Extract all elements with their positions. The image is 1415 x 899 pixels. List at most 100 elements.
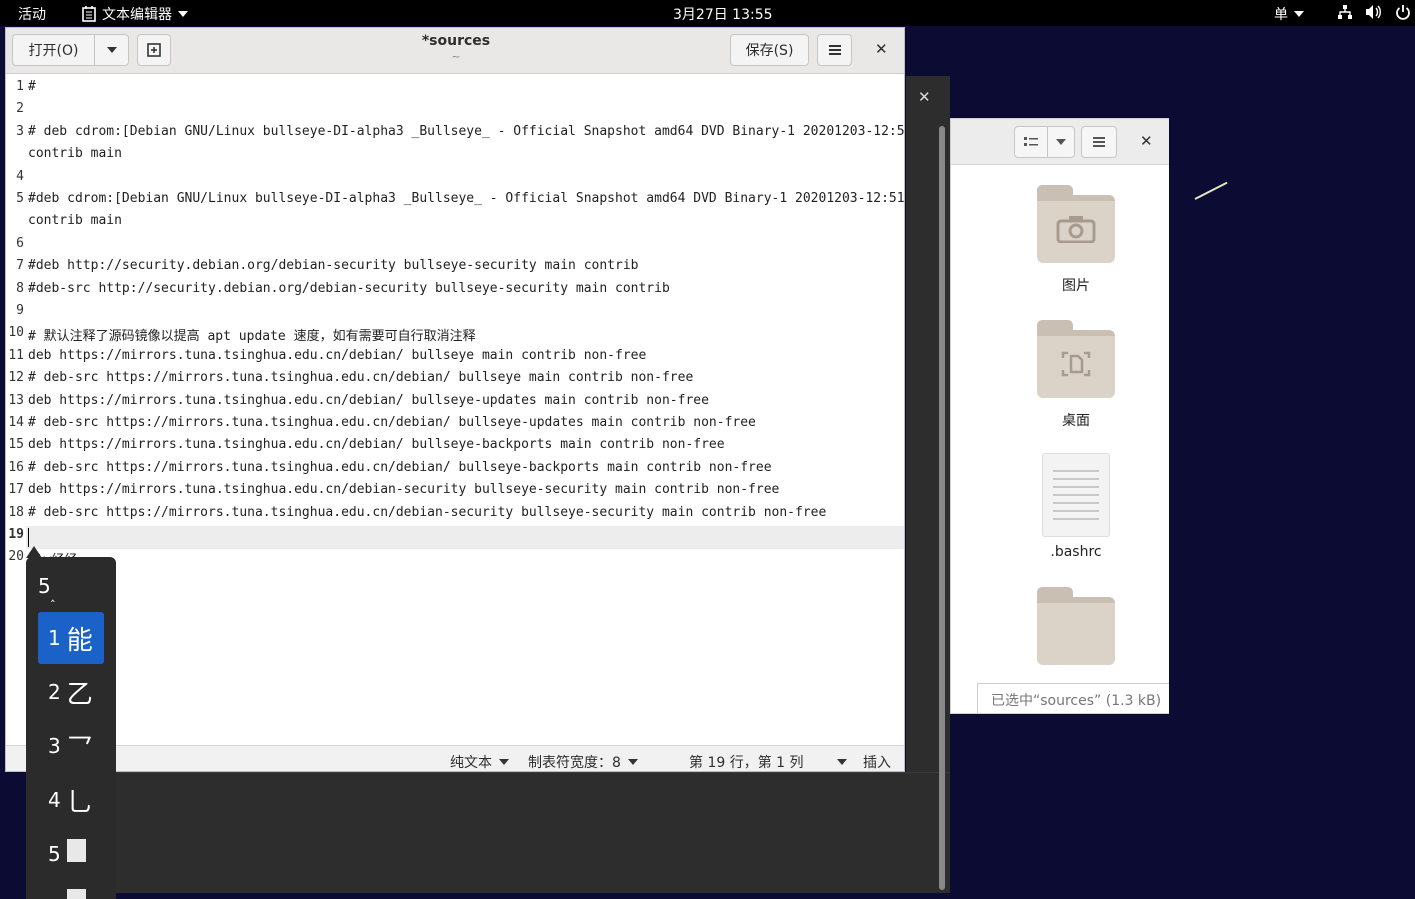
ime-candidate-char: 能 [66, 625, 93, 656]
view-options-button[interactable] [1047, 126, 1075, 158]
file-item-desktop[interactable]: 桌面 [1011, 320, 1141, 430]
document-title: *sources [421, 33, 491, 49]
line-number: 8 [16, 281, 24, 296]
desktop-folder-icon [1037, 320, 1115, 398]
save-button[interactable]: 保存(S) [730, 34, 809, 66]
missing-glyph-box [67, 889, 86, 899]
ime-candidate-number: 3 [48, 734, 61, 758]
ime-candidate-char: 乛 [66, 733, 93, 764]
input-method-indicator[interactable]: 单 [1274, 4, 1304, 24]
ime-candidate-number: 2 [48, 680, 61, 704]
ime-candidate-number: 5 [48, 842, 61, 866]
line-number: 4 [16, 169, 24, 184]
new-document-button[interactable] [137, 34, 171, 66]
ime-candidate-char: 乙 [66, 679, 93, 710]
text-line[interactable]: # deb cdrom:[Debian GNU/Linux bullseye-D… [28, 124, 904, 139]
text-line[interactable]: # deb-src https://mirrors.tuna.tsinghua.… [28, 505, 826, 520]
pictures-folder-icon [1037, 185, 1115, 263]
ime-preedit: 5‸ [38, 574, 55, 602]
tab-width-label: 制表符宽度：8 [528, 755, 621, 771]
volume-icon [1366, 5, 1381, 19]
background-dialog-bottom [116, 772, 950, 893]
missing-glyph-box [66, 839, 86, 862]
open-recent-button[interactable] [94, 34, 129, 66]
insert-mode-indicator[interactable]: 插入 [863, 752, 891, 771]
file-item-label: 桌面 [1062, 413, 1090, 429]
selection-status: 已选中“sources” (1.3 kB) [977, 683, 1169, 713]
ime-candidate[interactable]: 1能 [38, 612, 104, 664]
desktop-background-mark [1194, 181, 1228, 200]
line-number: 3 [16, 124, 24, 139]
line-number: 9 [16, 303, 24, 318]
ime-candidate[interactable]: 2乙 [38, 666, 104, 718]
text-line[interactable]: contrib main [28, 213, 122, 228]
ime-candidate[interactable]: 3乛 [38, 720, 104, 772]
text-line[interactable]: #deb http://security.debian.org/debian-s… [28, 258, 638, 273]
scrollbar[interactable] [939, 126, 945, 890]
chevron-down-icon [627, 759, 638, 765]
file-item-bashrc[interactable]: .bashrc [1011, 453, 1141, 560]
close-icon[interactable]: ✕ [1140, 132, 1153, 150]
text-line[interactable]: #deb cdrom:[Debian GNU/Linux bullseye-DI… [28, 191, 904, 206]
document-path: ~ [451, 50, 461, 63]
chevron-down-icon [1056, 139, 1066, 145]
syntax-selector[interactable]: 纯文本 [450, 752, 509, 771]
text-line[interactable]: deb https://mirrors.tuna.tsinghua.edu.cn… [28, 437, 725, 452]
file-item-folder[interactable] [1011, 587, 1141, 665]
top-bar: 活动 文本编辑器 3月27日 13:55 单 [0, 0, 1415, 26]
line-number: 12 [8, 370, 24, 385]
app-menu[interactable]: 文本编辑器 [82, 4, 188, 24]
line-number: 18 [8, 505, 24, 520]
chevron-down-icon [1294, 11, 1304, 17]
clock[interactable]: 3月27日 13:55 [673, 4, 773, 24]
line-number: 2 [16, 101, 24, 116]
line-number: 13 [8, 393, 24, 408]
cursor-position-selector[interactable]: 第 19 行，第 1 列 [689, 752, 847, 771]
text-editor-icon [82, 6, 96, 22]
system-menu[interactable] [1337, 4, 1411, 20]
text-line[interactable]: # deb-src https://mirrors.tuna.tsinghua.… [28, 415, 756, 430]
view-list-button[interactable] [1014, 126, 1048, 158]
editor-header: 打开(O) *sources ~ 保存(S) ✕ [6, 28, 904, 74]
line-number: 19 [8, 527, 24, 542]
list-view-icon [1024, 137, 1038, 146]
file-item-label: 图片 [1062, 278, 1090, 294]
text-line[interactable]: # [28, 79, 36, 94]
text-cursor [28, 528, 29, 547]
ime-candidate-number: 4 [48, 788, 61, 812]
file-item-label: .bashrc [1050, 544, 1102, 560]
hamburger-icon [828, 45, 841, 55]
line-number: 16 [8, 460, 24, 475]
line-number: 14 [8, 415, 24, 430]
text-line[interactable]: deb https://mirrors.tuna.tsinghua.edu.cn… [28, 393, 709, 408]
new-document-icon [147, 43, 161, 57]
ime-candidate[interactable]: 4乚 [38, 774, 104, 826]
text-line[interactable]: deb https://mirrors.tuna.tsinghua.edu.cn… [28, 348, 646, 363]
menu-button[interactable] [1081, 126, 1117, 158]
text-line[interactable]: # deb-src https://mirrors.tuna.tsinghua.… [28, 460, 772, 475]
text-line[interactable]: deb https://mirrors.tuna.tsinghua.edu.cn… [28, 482, 779, 497]
text-file-icon [1042, 453, 1110, 537]
camera-icon [1056, 216, 1096, 244]
close-icon[interactable]: ✕ [875, 40, 888, 58]
status-bar: 纯文本 制表符宽度：8 第 19 行，第 1 列 插入 [6, 745, 904, 771]
text-line[interactable]: #deb-src http://security.debian.org/debi… [28, 281, 670, 296]
line-number: 6 [16, 236, 24, 251]
tab-width-selector[interactable]: 制表符宽度：8 [528, 752, 638, 771]
menu-button[interactable] [817, 34, 852, 66]
ime-candidate[interactable]: 5 [38, 828, 104, 880]
hamburger-icon [1093, 137, 1105, 147]
text-line[interactable]: contrib main [28, 146, 122, 161]
app-name: 文本编辑器 [102, 7, 172, 23]
open-button[interactable]: 打开(O) [12, 34, 95, 66]
activities-button[interactable]: 活动 [18, 4, 46, 24]
file-item-pictures[interactable]: 图片 [1011, 185, 1141, 295]
line-number: 5 [16, 191, 24, 206]
ime-candidate-number: 1 [48, 626, 61, 650]
desktop-icon [1061, 351, 1091, 377]
current-line-highlight [26, 526, 904, 549]
line-number: 1 [16, 79, 24, 94]
close-icon[interactable]: ✕ [918, 88, 931, 106]
text-line[interactable]: # deb-src https://mirrors.tuna.tsinghua.… [28, 370, 693, 385]
text-line[interactable]: # 默认注释了源码镜像以提高 apt update 速度，如有需要可自行取消注释 [28, 325, 476, 344]
